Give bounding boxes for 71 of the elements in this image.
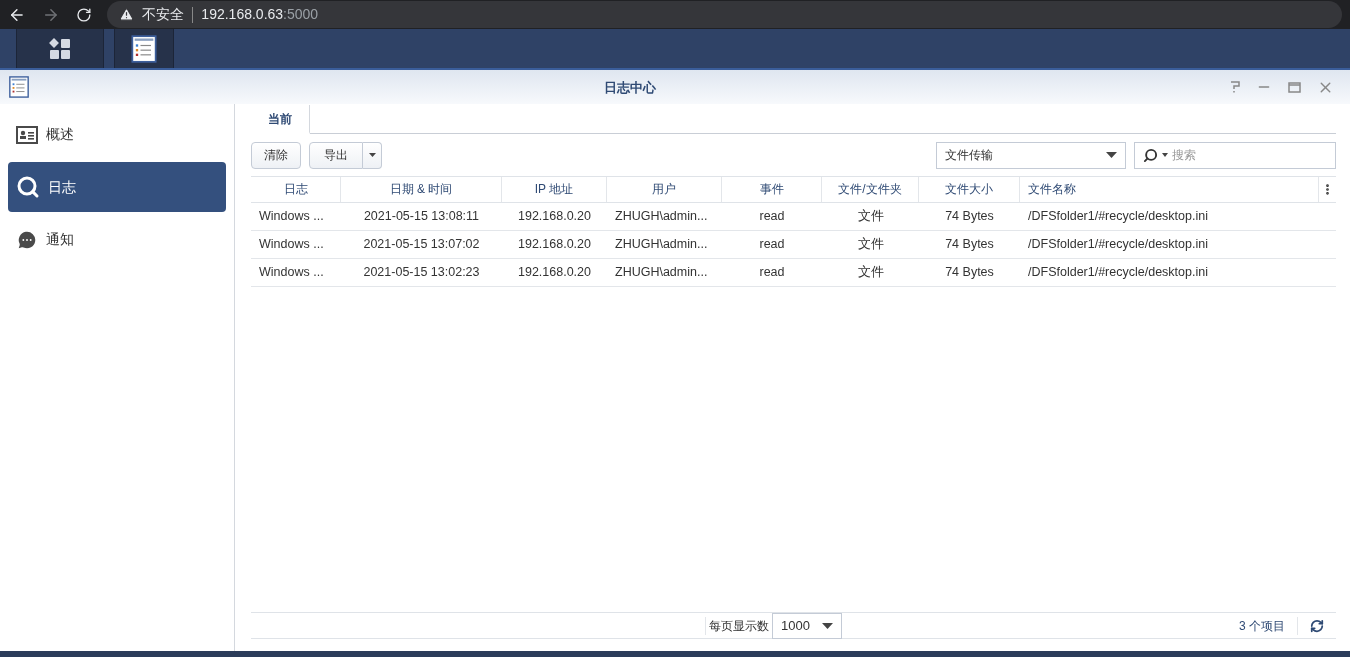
- taskbar-app-button[interactable]: [114, 29, 174, 68]
- table-cell-text: /DFSfolder1/#recycle/desktop.ini: [1027, 236, 1209, 253]
- reload-icon[interactable]: [75, 6, 92, 23]
- apps-grid-icon: [49, 37, 71, 60]
- column-header[interactable]: 日期 & 时间: [341, 177, 502, 202]
- table-cell-text: 2021-05-15 13:02:23: [362, 264, 481, 281]
- table-cell-text: 2021-05-15 13:07:02: [362, 236, 481, 253]
- table-cell-text: ZHUGH\admin...: [614, 208, 709, 225]
- search-icon[interactable]: [1143, 147, 1158, 163]
- warning-icon: [119, 7, 135, 22]
- caret-icon: [1106, 152, 1117, 158]
- sidebar-item[interactable]: 日志: [8, 162, 226, 212]
- table-cell-text: Windows ...: [258, 264, 325, 281]
- security-label: 不安全: [142, 5, 185, 24]
- log-list-icon: [130, 34, 158, 63]
- column-header[interactable]: 日志: [251, 177, 341, 202]
- export-dropdown-button[interactable]: [363, 141, 382, 169]
- main-menu-button[interactable]: [16, 29, 104, 68]
- sidebar-item[interactable]: 概述: [8, 112, 226, 157]
- filter-dropdown[interactable]: 文件传输: [936, 141, 1126, 169]
- chat-bubble-icon: [16, 228, 38, 251]
- column-header[interactable]: 用户: [607, 177, 722, 202]
- table-cell-text: Windows ...: [258, 208, 325, 225]
- table-cell-text: /DFSfolder1/#recycle/desktop.ini: [1027, 208, 1209, 225]
- table-cell-text: Windows ...: [258, 236, 325, 253]
- window-title: 日志中心: [604, 80, 656, 95]
- id-card-icon: [16, 125, 38, 144]
- table-cell-text: ZHUGH\admin...: [614, 236, 709, 253]
- clear-button[interactable]: 清除: [251, 141, 301, 169]
- page-size-label: 每页显示数: [705, 616, 772, 635]
- search-input[interactable]: 搜索: [1172, 146, 1327, 164]
- table-cell-text: 74 Bytes: [944, 236, 995, 253]
- search-icon: [16, 175, 40, 199]
- table-cell-text: 192.168.0.20: [517, 236, 592, 253]
- table-cell-text: read: [758, 236, 786, 253]
- page-size-dropdown[interactable]: 1000: [772, 612, 842, 639]
- table-cell-text: read: [758, 208, 786, 225]
- address-bar[interactable]: 不安全 192.168.0.63:5000: [107, 1, 1342, 28]
- column-header[interactable]: 文件名称: [1020, 177, 1319, 202]
- log-list-icon: [8, 76, 30, 98]
- column-header[interactable]: 文件大小: [919, 177, 1020, 202]
- table-cell-text: 192.168.0.20: [517, 208, 592, 225]
- table-row[interactable]: Windows ... 2021-05-15 13:07:02 192.168.0.20 ZHUGH\admin... read 文件 74 Bytes /DFSfolder1/#recycle/desktop.ini: [251, 231, 1336, 259]
- maximize-icon[interactable]: [1288, 81, 1301, 93]
- export-button[interactable]: 导出: [309, 141, 363, 169]
- url-port: :5000: [283, 5, 319, 24]
- search-field[interactable]: 搜索: [1134, 141, 1336, 169]
- caret-icon: [822, 622, 833, 629]
- url-host: 192.168.0.63: [201, 5, 284, 24]
- column-header[interactable]: 事件: [722, 177, 822, 202]
- table-cell-text: 文件: [856, 208, 885, 225]
- table-cell-text: 2021-05-15 13:08:11: [362, 208, 481, 225]
- table-cell-text: read: [758, 264, 786, 281]
- column-header[interactable]: 文件/文件夹: [822, 177, 919, 202]
- table-cell-text: 文件: [856, 236, 885, 253]
- table-cell-text: 74 Bytes: [944, 208, 995, 225]
- item-count: 3 个项目: [1239, 616, 1298, 635]
- sidebar-item[interactable]: 通知: [8, 217, 226, 262]
- column-header[interactable]: IP 地址: [502, 177, 607, 202]
- table-cell-text: /DFSfolder1/#recycle/desktop.ini: [1027, 264, 1209, 281]
- refresh-icon[interactable]: [1310, 618, 1324, 633]
- caret-icon: [368, 153, 376, 157]
- caret-icon: [1162, 153, 1168, 157]
- table-row[interactable]: Windows ... 2021-05-15 13:08:11 192.168.0.20 ZHUGH\admin... read 文件 74 Bytes /DFSfolder1/#recycle/desktop.ini: [251, 203, 1336, 231]
- tab[interactable]: 当前: [251, 105, 310, 134]
- table-cell-text: 文件: [856, 264, 885, 281]
- table-cell-text: 192.168.0.20: [517, 264, 592, 281]
- table-row[interactable]: Windows ... 2021-05-15 13:02:23 192.168.0.20 ZHUGH\admin... read 文件 74 Bytes /DFSfolder1/#recycle/desktop.ini: [251, 259, 1336, 287]
- help-icon[interactable]: [1230, 81, 1240, 93]
- table-cell-text: 74 Bytes: [944, 264, 995, 281]
- table-cell-text: ZHUGH\admin...: [614, 264, 709, 281]
